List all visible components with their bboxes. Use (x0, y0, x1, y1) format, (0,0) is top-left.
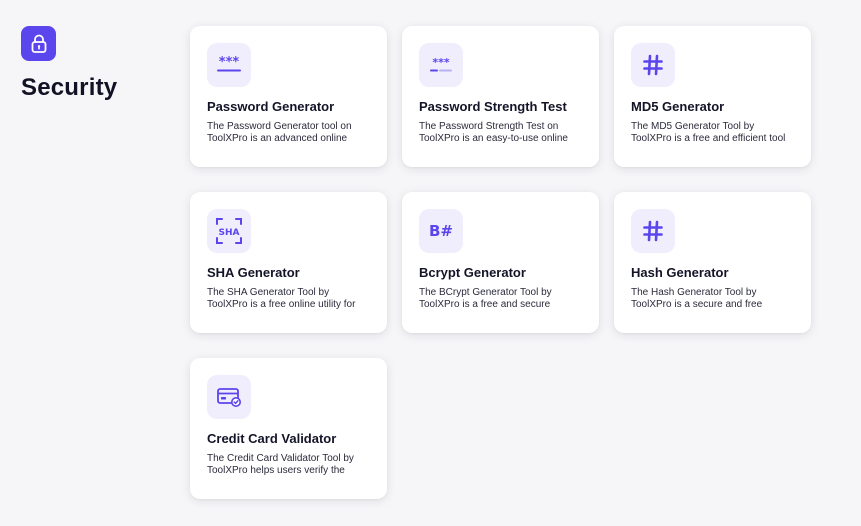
tool-card-description: The Hash Generator Tool by ToolXPro is a… (631, 287, 763, 310)
tool-card-description: The Credit Card Validator Tool by ToolXP… (207, 453, 354, 476)
tool-card-title: Password Strength Test (419, 99, 567, 114)
b-sharp-icon-text: B# (428, 222, 453, 240)
tool-card-title: Hash Generator (631, 265, 729, 280)
tool-card-description: The BCrypt Generator Tool by ToolXPro is… (419, 287, 552, 310)
tool-card-description: The MD5 Generator Tool by ToolXPro is a … (631, 121, 786, 144)
svg-text:***: *** (219, 55, 240, 70)
security-category-page: Security *** Password Generator The Pass… (0, 0, 861, 526)
tool-card-title: Credit Card Validator (207, 431, 337, 446)
tool-card-bcrypt-generator[interactable]: B# Bcrypt Generator The BCrypt Generator… (402, 192, 599, 333)
asterisks-icon: *** (207, 43, 251, 87)
category-title: Security (21, 74, 118, 101)
tool-card-description: The SHA Generator Tool by ToolXPro is a … (207, 287, 356, 310)
b-sharp-icon: B# (419, 209, 463, 253)
svg-text:***: *** (432, 56, 450, 69)
lock-icon (21, 26, 56, 61)
hash-icon (631, 43, 675, 87)
hash-icon (631, 209, 675, 253)
tool-card-description: The Password Strength Test on ToolXPro i… (419, 121, 568, 144)
asterisks-strength-icon: *** (419, 43, 463, 87)
tool-card-title: MD5 Generator (631, 99, 725, 114)
credit-card-check-icon (207, 375, 251, 419)
tool-card-credit-card-validator[interactable]: Credit Card Validator The Credit Card Va… (190, 358, 387, 499)
tool-card-password-strength-test[interactable]: *** Password Strength Test The Password … (402, 26, 599, 167)
tool-card-description: The Password Generator tool on ToolXPro … (207, 121, 352, 144)
sha-scan-icon: SHA (207, 209, 251, 253)
sha-icon-text: SHA (219, 228, 240, 238)
tool-card-sha-generator[interactable]: SHA SHA Generator The SHA Generator Tool… (190, 192, 387, 333)
tool-card-password-generator[interactable]: *** Password Generator The Password Gene… (190, 26, 387, 167)
tool-card-title: SHA Generator (207, 265, 300, 280)
tool-card-title: Bcrypt Generator (419, 265, 526, 280)
tool-grid: *** Password Generator The Password Gene… (190, 26, 811, 499)
tool-card-title: Password Generator (207, 99, 335, 114)
tool-card-hash-generator[interactable]: Hash Generator The Hash Generator Tool b… (614, 192, 811, 333)
tool-card-md5-generator[interactable]: MD5 Generator The MD5 Generator Tool by … (614, 26, 811, 167)
